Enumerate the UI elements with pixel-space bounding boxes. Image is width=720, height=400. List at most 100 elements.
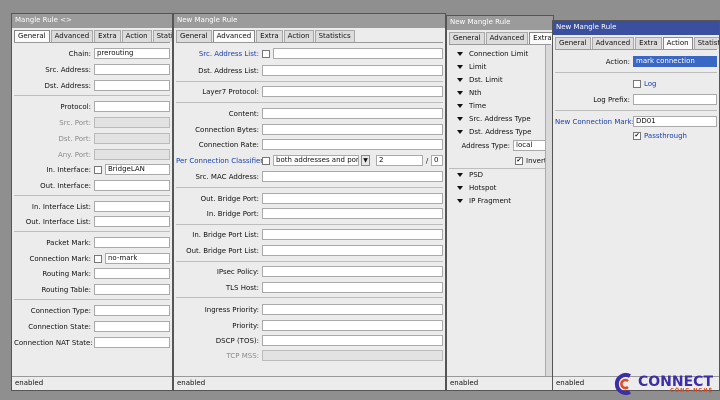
pcc-separator: / xyxy=(425,156,429,165)
protocol-label: Protocol: xyxy=(60,102,91,111)
tab-extra[interactable]: Extra xyxy=(94,30,121,42)
layer7-protocol-field[interactable] xyxy=(262,86,443,97)
invert-checkbox[interactable]: ✔ xyxy=(515,156,523,165)
expand-arrow-icon xyxy=(457,186,463,190)
tab-advanced[interactable]: Advanced xyxy=(212,30,256,42)
divider xyxy=(176,297,443,298)
ingress-priority-field[interactable] xyxy=(262,304,443,315)
connection-mark-field[interactable]: no-mark xyxy=(105,253,170,264)
tab-extra[interactable]: Extra xyxy=(256,30,283,42)
divider xyxy=(14,231,170,232)
protocol-field[interactable] xyxy=(94,101,170,112)
routing-table-field[interactable] xyxy=(94,284,170,295)
section-label: Connection Limit xyxy=(469,50,529,58)
in-interface-list-field[interactable] xyxy=(94,201,170,212)
status-bar: enabled xyxy=(174,376,445,390)
window-title: Mangle Rule <> xyxy=(12,14,172,28)
tab-bar: General Advanced Extra Action Statistics xyxy=(176,30,356,42)
action-select[interactable]: mark connection xyxy=(633,56,717,67)
dst-address-list-field[interactable] xyxy=(262,65,443,76)
tab-general[interactable]: General xyxy=(176,30,212,42)
tls-host-field[interactable] xyxy=(262,282,443,293)
tab-statistics[interactable]: Statistics xyxy=(314,30,355,42)
tab-action[interactable]: Action xyxy=(662,37,693,49)
log-prefix-field[interactable] xyxy=(633,94,717,105)
action-label: Action: xyxy=(605,57,630,66)
src-address-field[interactable] xyxy=(94,64,170,75)
chain-field[interactable]: prerouting xyxy=(94,48,170,59)
in-bridge-port-field[interactable] xyxy=(262,208,443,219)
tab-bar: General Advanced Extra Action Statistics xyxy=(14,30,172,42)
divider xyxy=(176,81,443,82)
chevron-down-icon[interactable]: ▼ xyxy=(361,155,370,166)
pcc-numerator-field[interactable]: 2 xyxy=(376,155,423,166)
section-hotspot[interactable]: Hotspot xyxy=(457,182,496,194)
tab-action[interactable]: Action xyxy=(283,30,314,42)
packet-mark-field[interactable] xyxy=(94,237,170,248)
address-type-field[interactable]: local xyxy=(513,140,549,151)
src-mac-address-field[interactable] xyxy=(262,171,443,182)
section-connection-limit[interactable]: Connection Limit xyxy=(457,48,528,60)
priority-field[interactable] xyxy=(262,320,443,331)
tab-advanced[interactable]: Advanced xyxy=(591,37,635,49)
src-address-list-invert-checkbox[interactable] xyxy=(262,49,270,58)
tab-advanced[interactable]: Advanced xyxy=(485,32,529,44)
tab-advanced[interactable]: Advanced xyxy=(50,30,94,42)
connection-mark-invert-checkbox[interactable] xyxy=(94,254,102,263)
dst-address-field[interactable] xyxy=(94,80,170,91)
pcc-denominator-field[interactable]: 0 xyxy=(431,155,443,166)
out-interface-field[interactable] xyxy=(94,180,170,191)
tab-action[interactable]: Action xyxy=(121,30,152,42)
ipsec-policy-field[interactable] xyxy=(262,266,443,277)
tab-extra[interactable]: Extra xyxy=(529,32,553,44)
section-dst-limit[interactable]: Dst. Limit xyxy=(457,74,503,86)
in-interface-field[interactable]: BridgeLAN xyxy=(105,164,170,175)
extra-panel: Connection Limit Limit Dst. Limit Nth Ti… xyxy=(449,44,551,376)
connection-state-field[interactable] xyxy=(94,321,170,332)
section-src-address-type[interactable]: Src. Address Type xyxy=(457,113,531,125)
section-time[interactable]: Time xyxy=(457,100,486,112)
connection-nat-state-field[interactable] xyxy=(94,337,170,348)
connection-bytes-label: Connection Bytes: xyxy=(195,125,259,134)
tab-statistics[interactable]: Statistics xyxy=(152,30,172,42)
section-psd[interactable]: PSD xyxy=(457,169,483,181)
out-interface-list-field[interactable] xyxy=(94,216,170,227)
connection-type-label: Connection Type: xyxy=(30,306,91,315)
in-bridge-port-list-field[interactable] xyxy=(262,229,443,240)
content-field[interactable] xyxy=(262,108,443,119)
out-bridge-port-list-field[interactable] xyxy=(262,245,443,256)
passthrough-checkbox[interactable]: ✔ xyxy=(633,131,641,140)
tab-general[interactable]: General xyxy=(14,30,50,42)
connection-rate-field[interactable] xyxy=(262,139,443,150)
new-connection-mark-label: New Connection Mark: xyxy=(555,117,634,126)
routing-mark-label: Routing Mark: xyxy=(42,269,91,278)
connection-type-field[interactable] xyxy=(94,305,170,316)
pcc-invert-checkbox[interactable] xyxy=(262,156,270,165)
tab-statistics[interactable]: Statistics xyxy=(693,37,719,49)
dscp-field[interactable] xyxy=(262,335,443,346)
tab-extra[interactable]: Extra xyxy=(635,37,662,49)
new-connection-mark-field[interactable]: DD01 xyxy=(633,116,717,127)
section-limit[interactable]: Limit xyxy=(457,61,486,73)
pcc-mode-select[interactable]: both addresses and ports xyxy=(273,155,359,166)
dst-port-label: Dst. Port: xyxy=(58,134,91,143)
routing-mark-field[interactable] xyxy=(94,268,170,279)
log-checkbox[interactable] xyxy=(633,79,641,88)
connection-bytes-field[interactable] xyxy=(262,124,443,135)
ipsec-policy-label: IPsec Policy: xyxy=(216,267,259,276)
section-dst-address-type[interactable]: Dst. Address Type xyxy=(457,126,531,138)
tab-general[interactable]: General xyxy=(555,37,591,49)
scrollbar[interactable] xyxy=(545,45,552,376)
in-interface-list-label: In. Interface List: xyxy=(31,202,91,211)
out-bridge-port-field[interactable] xyxy=(262,193,443,204)
src-address-list-field[interactable] xyxy=(273,48,443,59)
mangle-rule-window-extra: New Mangle Rule General Advanced Extra C… xyxy=(446,15,554,391)
tab-general[interactable]: General xyxy=(449,32,485,44)
in-interface-invert-checkbox[interactable] xyxy=(94,165,102,174)
logo-subtext: CÔNG NGHỆ xyxy=(670,387,713,394)
priority-label: Priority: xyxy=(232,321,259,330)
section-nth[interactable]: Nth xyxy=(457,87,481,99)
section-ip-fragment[interactable]: IP Fragment xyxy=(457,195,511,207)
dscp-label: DSCP (TOS): xyxy=(215,336,259,345)
src-port-field xyxy=(94,117,170,128)
